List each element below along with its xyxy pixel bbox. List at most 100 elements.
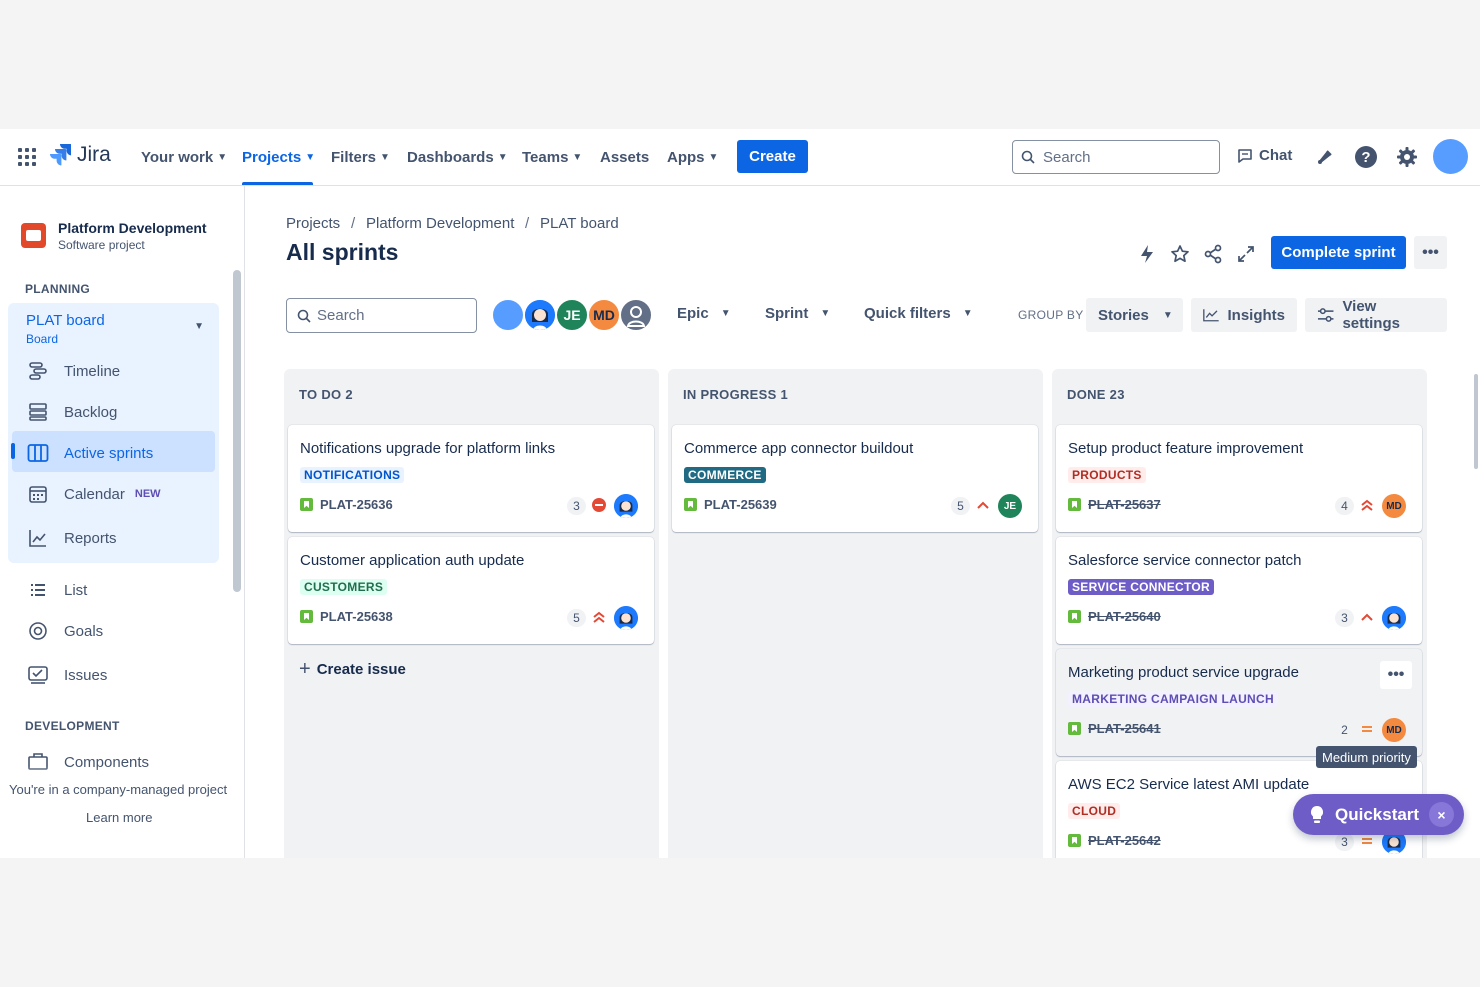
priority-medium-icon[interactable] [1359,721,1375,737]
issue-key-text: PLAT-25636 [320,497,393,512]
epic-filter-dropdown[interactable]: Epic ▼ [677,305,731,322]
more-actions-button[interactable]: ••• [1414,236,1447,269]
assignee-filter-avatar[interactable] [523,298,557,332]
priority-high-icon[interactable] [1359,609,1375,625]
issue-card[interactable]: Salesforce service connector patch SERVIC… [1056,537,1422,644]
priority-highest-icon[interactable] [591,609,607,625]
story-points-badge: 5 [567,609,586,627]
assignee-avatar[interactable]: JE [998,494,1022,518]
sidebar-item-backlog[interactable]: Backlog [26,400,117,424]
list-icon [26,578,50,602]
nav-apps[interactable]: Apps ▼ [667,129,718,185]
issue-key[interactable]: PLAT-25636 [300,497,393,512]
sprint-filter-dropdown[interactable]: Sprint ▼ [765,305,830,322]
issue-key-text: PLAT-25641 [1088,721,1161,736]
app-switcher-icon[interactable] [18,148,36,166]
board-selector[interactable]: PLAT board Board ▼ [26,312,212,346]
column-header: TO DO 2 [299,387,353,402]
search-icon [1021,150,1035,164]
issue-card[interactable]: Setup product feature improvement PRODUCT… [1056,425,1422,532]
issue-card[interactable]: Commerce app connector buildout COMMERCE P… [672,425,1038,532]
complete-sprint-button[interactable]: Complete sprint [1271,236,1406,269]
sidebar-item-label: Calendar [64,485,125,503]
nav-label: Apps [667,148,705,166]
sidebar-scrollbar[interactable] [233,270,241,592]
priority-high-icon[interactable] [975,497,991,513]
share-icon[interactable] [1201,242,1225,266]
board-search-input[interactable]: Search [286,298,477,333]
assignee-filter-avatar[interactable]: MD [587,298,621,332]
chevron-down-icon: ▼ [305,151,316,163]
assignee-avatar[interactable]: MD [1382,494,1406,518]
issue-key[interactable]: PLAT-25639 [684,497,777,512]
assignee-avatar[interactable]: MD [1382,718,1406,742]
sidebar-item-label: List [64,581,88,599]
breadcrumb-project[interactable]: Platform Development [366,215,514,232]
breadcrumb-board[interactable]: PLAT board [540,215,619,232]
group-by-label: GROUP BY [1018,308,1084,322]
help-icon[interactable]: ? [1355,146,1377,168]
nav-your-work[interactable]: Your work ▼ [141,129,227,185]
priority-medium-icon[interactable] [1359,833,1375,849]
quickstart-button[interactable]: Quickstart × [1293,794,1464,835]
issue-card[interactable]: Marketing product service upgrade MARKETI… [1056,649,1422,756]
page-scrollbar[interactable] [1474,374,1478,469]
sidebar-item-label: Active sprints [64,444,154,462]
assignee-avatar[interactable] [614,494,638,518]
issue-key[interactable]: PLAT-25640 [1068,609,1161,624]
learn-more-link[interactable]: Learn more [86,810,152,825]
issue-key[interactable]: PLAT-25637 [1068,497,1161,512]
nav-filters[interactable]: Filters ▼ [331,129,390,185]
development-heading: DEVELOPMENT [25,719,120,733]
issue-key[interactable]: PLAT-25641 [1068,721,1161,736]
nav-teams[interactable]: Teams ▼ [522,129,582,185]
sidebar-item-timeline[interactable]: Timeline [26,359,120,383]
assignee-avatar[interactable] [614,606,638,630]
priority-highest-icon[interactable] [1359,497,1375,513]
create-issue-button[interactable]: + Create issue [299,658,406,681]
search-placeholder: Search [317,307,365,324]
assignee-filter-avatar[interactable]: JE [555,298,589,332]
sidebar-item-list[interactable]: List [26,578,87,602]
notifications-icon[interactable] [1314,146,1336,173]
issue-key[interactable]: PLAT-25638 [300,609,393,624]
global-search-input[interactable]: Search [1012,140,1220,174]
view-settings-button[interactable]: View settings [1305,298,1447,332]
group-by-dropdown[interactable]: Stories ▼ [1086,298,1183,332]
nav-label: Assets [600,148,650,166]
close-icon[interactable]: × [1429,802,1454,827]
product-name: Jira [77,143,111,166]
insights-button[interactable]: Insights [1191,298,1297,332]
breadcrumb-projects[interactable]: Projects [286,215,340,232]
sidebar-item-goals[interactable]: Goals [26,619,103,643]
issue-card[interactable]: Customer application auth update CUSTOMER… [288,537,654,644]
search-placeholder: Search [1043,148,1091,166]
sidebar-item-issues[interactable]: Issues [26,663,107,687]
sidebar-item-label: Backlog [64,403,118,421]
fullscreen-icon[interactable] [1234,242,1258,266]
profile-avatar[interactable] [1433,139,1468,174]
nav-projects[interactable]: Projects ▼ [242,129,316,185]
lightbulb-icon [1310,805,1324,823]
card-more-actions-icon[interactable]: ••• [1380,661,1412,689]
assignee-filter-avatar[interactable] [491,298,525,332]
column-header: DONE 23 [1067,387,1125,402]
chat-button[interactable]: Chat [1237,147,1292,164]
chat-icon [1238,148,1252,163]
assignee-avatar[interactable] [1382,606,1406,630]
create-button[interactable]: Create [737,140,808,173]
star-icon[interactable] [1168,242,1192,266]
issue-key[interactable]: PLAT-25642 [1068,833,1161,848]
issue-card[interactable]: Notifications upgrade for platform links… [288,425,654,532]
jira-logo[interactable]: Jira [49,143,111,167]
sidebar-item-reports[interactable]: Reports [26,526,117,550]
sidebar-item-active-sprints[interactable]: Active sprints [26,441,153,465]
nav-dashboards[interactable]: Dashboards ▼ [407,129,508,185]
nav-assets[interactable]: Assets [600,129,649,185]
quick-filters-dropdown[interactable]: Quick filters ▼ [864,305,973,322]
automation-lightning-icon[interactable] [1135,242,1159,266]
assignee-filter-avatar[interactable] [619,298,653,332]
sidebar-item-calendar[interactable]: Calendar NEW [26,482,161,506]
priority-blocker-icon[interactable] [591,497,607,513]
settings-gear-icon[interactable] [1396,146,1418,173]
